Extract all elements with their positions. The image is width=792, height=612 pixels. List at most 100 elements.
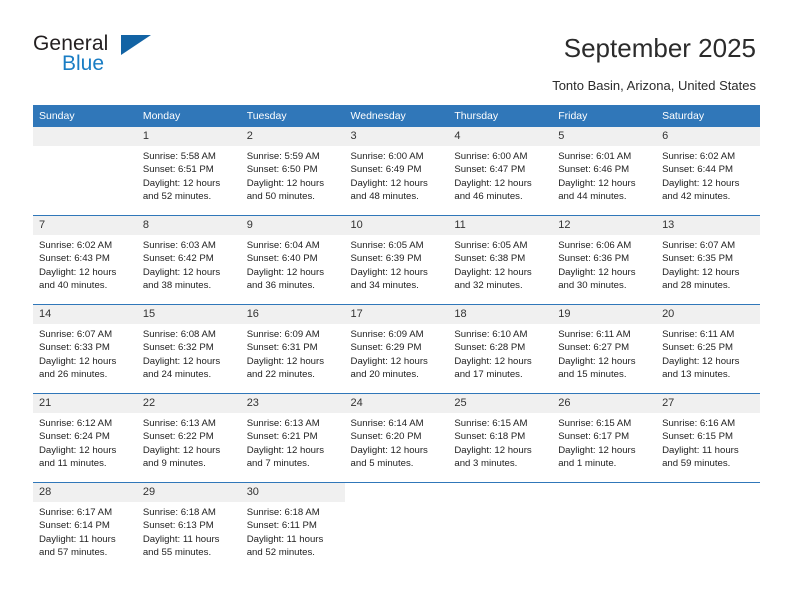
sunset-time: Sunset: 6:47 PM <box>454 164 526 176</box>
sunrise-time: Sunrise: 6:10 AM <box>454 329 528 340</box>
sunrise-time: Sunrise: 6:09 AM <box>246 329 320 340</box>
sunset-time: Sunset: 6:20 PM <box>350 431 422 443</box>
day-number <box>33 127 137 146</box>
day-details: Sunrise: 6:00 AM Sunset: 6:49 PM Daylight:… <box>345 146 449 203</box>
sunrise-time: Sunrise: 6:13 AM <box>246 418 320 429</box>
sunset-time: Sunset: 6:18 PM <box>454 431 526 443</box>
daylight-duration-line2: and 38 minutes. <box>142 279 212 291</box>
sunset-time: Sunset: 6:46 PM <box>558 164 630 176</box>
daylight-duration-line1: Daylight: 12 hours <box>662 266 740 278</box>
daylight-duration-line1: Daylight: 12 hours <box>454 355 532 367</box>
calendar-day-cell[interactable]: 9 Sunrise: 6:04 AM Sunset: 6:40 PM Daylight… <box>240 215 345 305</box>
calendar-day-cell[interactable]: 28 Sunrise: 6:17 AM Sunset: 6:14 PM Dayligh… <box>33 482 137 571</box>
day-number: 18 <box>448 305 553 324</box>
day-number: 23 <box>240 394 345 413</box>
calendar-day-cell[interactable]: 2 Sunrise: 5:59 AM Sunset: 6:50 PM Daylight… <box>240 127 345 216</box>
day-number: 19 <box>552 305 657 324</box>
sunrise-sunset-calendar: Sunday Monday Tuesday Wednesday Thursday… <box>33 105 760 571</box>
calendar-day-cell[interactable]: 10 Sunrise: 6:05 AM Sunset: 6:39 PM Dayligh… <box>344 215 449 305</box>
weekday-header-friday: Friday <box>552 105 657 127</box>
daylight-duration-line1: Daylight: 12 hours <box>246 355 325 367</box>
calendar-day-cell[interactable]: 5 Sunrise: 6:01 AM Sunset: 6:46 PM Daylight… <box>552 127 657 216</box>
weekday-header-saturday: Saturday <box>656 105 760 127</box>
daylight-duration-line1: Daylight: 12 hours <box>454 177 532 189</box>
calendar-day-cell[interactable]: 23 Sunrise: 6:13 AM Sunset: 6:21 PM Dayligh… <box>240 393 345 483</box>
calendar-day-cell[interactable]: 15 Sunrise: 6:08 AM Sunset: 6:32 PM Dayligh… <box>136 304 241 394</box>
logo-triangle-icon <box>121 35 151 55</box>
daylight-duration-line2: and 3 minutes. <box>454 457 518 469</box>
day-number: 6 <box>656 127 760 146</box>
calendar-day-cell[interactable]: 22 Sunrise: 6:13 AM Sunset: 6:22 PM Dayligh… <box>136 393 241 483</box>
day-number: 15 <box>136 305 241 324</box>
calendar-day-cell[interactable]: 12 Sunrise: 6:06 AM Sunset: 6:36 PM Dayligh… <box>552 215 657 305</box>
sunset-time: Sunset: 6:38 PM <box>454 253 526 265</box>
calendar-day-cell[interactable]: 21 Sunrise: 6:12 AM Sunset: 6:24 PM Dayligh… <box>33 393 137 483</box>
calendar-week-row: 1 Sunrise: 5:58 AM Sunset: 6:51 PM Daylight… <box>33 127 760 216</box>
daylight-duration-line2: and 46 minutes. <box>454 190 523 202</box>
day-details: Sunrise: 6:02 AM Sunset: 6:43 PM Daylight:… <box>33 235 137 292</box>
weekday-header-sunday: Sunday <box>33 105 137 127</box>
daylight-duration-line2: and 9 minutes. <box>142 457 206 469</box>
day-details: Sunrise: 6:01 AM Sunset: 6:46 PM Daylight:… <box>552 146 656 203</box>
sunset-time: Sunset: 6:14 PM <box>39 520 110 532</box>
calendar-day-cell[interactable]: 25 Sunrise: 6:15 AM Sunset: 6:18 PM Dayligh… <box>448 393 553 483</box>
calendar-day-cell[interactable]: 4 Sunrise: 6:00 AM Sunset: 6:47 PM Daylight… <box>448 127 553 216</box>
day-number: 14 <box>33 305 137 324</box>
calendar-day-cell[interactable]: 6 Sunrise: 6:02 AM Sunset: 6:44 PM Daylight… <box>656 127 760 216</box>
daylight-duration-line1: Daylight: 12 hours <box>246 444 325 456</box>
logo-text-blue: Blue <box>62 52 105 75</box>
calendar-day-cell[interactable]: 30 Sunrise: 6:18 AM Sunset: 6:11 PM Dayligh… <box>240 482 345 571</box>
calendar-week-row: 14 Sunrise: 6:07 AM Sunset: 6:33 PM Dayligh… <box>33 304 760 394</box>
calendar-day-cell[interactable]: 29 Sunrise: 6:18 AM Sunset: 6:13 PM Dayligh… <box>136 482 241 571</box>
page-header: General Blue September 2025 Tonto Basin,… <box>0 0 792 100</box>
calendar-day-cell[interactable]: 20 Sunrise: 6:11 AM Sunset: 6:25 PM Dayligh… <box>656 304 760 394</box>
calendar-day-cell[interactable]: 1 Sunrise: 5:58 AM Sunset: 6:51 PM Daylight… <box>136 127 241 216</box>
day-details: Sunrise: 6:09 AM Sunset: 6:31 PM Daylight:… <box>241 324 345 381</box>
day-details <box>552 502 656 566</box>
sunrise-time: Sunrise: 6:15 AM <box>454 418 528 429</box>
sunset-time: Sunset: 6:35 PM <box>662 253 733 265</box>
calendar-day-cell[interactable]: 27 Sunrise: 6:16 AM Sunset: 6:15 PM Dayligh… <box>656 393 760 483</box>
daylight-duration-line2: and 28 minutes. <box>662 279 731 291</box>
daylight-duration-line1: Daylight: 11 hours <box>246 533 324 545</box>
sunrise-time: Sunrise: 6:07 AM <box>39 329 113 340</box>
day-number: 21 <box>33 394 137 413</box>
daylight-duration-line1: Daylight: 12 hours <box>558 355 636 367</box>
daylight-duration-line1: Daylight: 12 hours <box>142 355 221 367</box>
calendar-day-cell[interactable]: 8 Sunrise: 6:03 AM Sunset: 6:42 PM Daylight… <box>136 215 241 305</box>
calendar-week-row: 7 Sunrise: 6:02 AM Sunset: 6:43 PM Daylight… <box>33 215 760 305</box>
daylight-duration-line1: Daylight: 12 hours <box>558 444 636 456</box>
day-details: Sunrise: 5:59 AM Sunset: 6:50 PM Daylight:… <box>241 146 345 203</box>
daylight-duration-line2: and 44 minutes. <box>558 190 627 202</box>
sunrise-time: Sunrise: 6:06 AM <box>558 240 632 251</box>
calendar-day-cell[interactable]: 16 Sunrise: 6:09 AM Sunset: 6:31 PM Dayligh… <box>240 304 345 394</box>
daylight-duration-line1: Daylight: 12 hours <box>39 444 117 456</box>
sunrise-time: Sunrise: 6:11 AM <box>662 329 735 340</box>
calendar-day-cell[interactable]: 7 Sunrise: 6:02 AM Sunset: 6:43 PM Daylight… <box>33 215 137 305</box>
sunrise-time: Sunrise: 6:00 AM <box>454 151 528 162</box>
daylight-duration-line1: Daylight: 12 hours <box>142 444 221 456</box>
calendar-day-cell[interactable]: 14 Sunrise: 6:07 AM Sunset: 6:33 PM Dayligh… <box>33 304 137 394</box>
day-details: Sunrise: 6:15 AM Sunset: 6:18 PM Daylight:… <box>448 413 552 470</box>
calendar-day-cell[interactable]: 13 Sunrise: 6:07 AM Sunset: 6:35 PM Dayligh… <box>656 215 760 305</box>
daylight-duration-line1: Daylight: 12 hours <box>39 355 117 367</box>
daylight-duration-line1: Daylight: 12 hours <box>454 266 532 278</box>
sunset-time: Sunset: 6:51 PM <box>142 164 214 176</box>
calendar-day-cell[interactable]: 18 Sunrise: 6:10 AM Sunset: 6:28 PM Dayligh… <box>448 304 553 394</box>
day-details: Sunrise: 6:16 AM Sunset: 6:15 PM Daylight:… <box>656 413 760 470</box>
calendar-day-cell-empty <box>344 482 449 571</box>
calendar-day-cell-empty <box>33 127 137 216</box>
calendar-day-cell[interactable]: 24 Sunrise: 6:14 AM Sunset: 6:20 PM Dayligh… <box>344 393 449 483</box>
day-details <box>656 502 760 566</box>
sunrise-time: Sunrise: 6:12 AM <box>39 418 113 429</box>
calendar-day-cell[interactable]: 17 Sunrise: 6:09 AM Sunset: 6:29 PM Dayligh… <box>344 304 449 394</box>
daylight-duration-line2: and 11 minutes. <box>39 457 107 469</box>
calendar-day-cell[interactable]: 3 Sunrise: 6:00 AM Sunset: 6:49 PM Daylight… <box>344 127 449 216</box>
sunset-time: Sunset: 6:21 PM <box>246 431 318 443</box>
calendar-day-cell[interactable]: 19 Sunrise: 6:11 AM Sunset: 6:27 PM Dayligh… <box>552 304 657 394</box>
page-subtitle-location: Tonto Basin, Arizona, United States <box>552 78 756 93</box>
day-number <box>656 483 760 502</box>
calendar-day-cell[interactable]: 11 Sunrise: 6:05 AM Sunset: 6:38 PM Dayligh… <box>448 215 553 305</box>
calendar-day-cell[interactable]: 26 Sunrise: 6:15 AM Sunset: 6:17 PM Dayligh… <box>552 393 657 483</box>
day-number: 27 <box>656 394 760 413</box>
